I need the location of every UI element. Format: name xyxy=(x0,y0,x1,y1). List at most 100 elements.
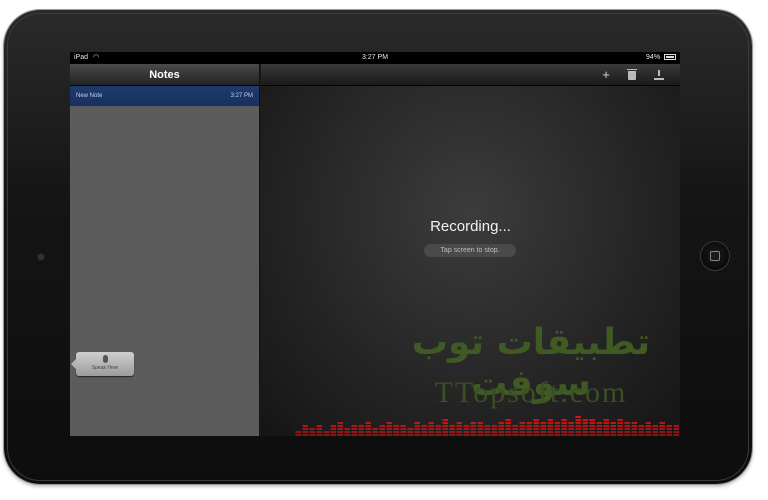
level-segment xyxy=(421,434,427,436)
level-segment xyxy=(505,419,511,421)
level-segment xyxy=(372,434,378,436)
level-segment xyxy=(330,431,336,433)
level-segment xyxy=(596,431,602,433)
level-segment xyxy=(449,425,455,427)
level-segment xyxy=(358,425,364,427)
level-segment xyxy=(659,431,665,433)
level-segment xyxy=(393,434,399,436)
level-segment xyxy=(358,431,364,433)
level-segment xyxy=(568,428,574,430)
level-segment xyxy=(624,434,630,436)
level-segment xyxy=(659,422,665,424)
level-segment xyxy=(575,416,581,418)
trash-icon xyxy=(627,69,637,80)
level-segment xyxy=(421,431,427,433)
level-segment xyxy=(456,428,462,430)
add-button[interactable]: + xyxy=(597,66,615,84)
level-segment xyxy=(400,434,406,436)
level-segment xyxy=(414,431,420,433)
level-segment xyxy=(631,428,637,430)
level-segment xyxy=(393,425,399,427)
level-segment xyxy=(540,431,546,433)
level-segment xyxy=(365,428,371,430)
level-segment xyxy=(498,425,504,427)
level-segment xyxy=(456,431,462,433)
level-segment xyxy=(547,422,553,424)
level-segment xyxy=(568,431,574,433)
level-segment xyxy=(365,425,371,427)
level-segment xyxy=(589,425,595,427)
level-segment xyxy=(547,425,553,427)
level-segment xyxy=(603,419,609,421)
level-segment xyxy=(456,425,462,427)
front-camera xyxy=(38,254,44,260)
level-segment xyxy=(589,428,595,430)
level-segment xyxy=(435,425,441,427)
level-segment xyxy=(589,422,595,424)
level-segment xyxy=(428,428,434,430)
level-segment xyxy=(505,431,511,433)
level-segment xyxy=(428,434,434,436)
level-segment xyxy=(666,434,672,436)
level-segment xyxy=(470,422,476,424)
level-segment xyxy=(526,422,532,424)
level-segment xyxy=(582,422,588,424)
level-segment xyxy=(673,434,679,436)
level-segment xyxy=(659,425,665,427)
level-segment xyxy=(302,434,308,436)
level-segment xyxy=(596,428,602,430)
level-segment xyxy=(358,434,364,436)
level-segment xyxy=(582,425,588,427)
level-segment xyxy=(638,434,644,436)
home-button[interactable] xyxy=(701,242,729,270)
level-segment xyxy=(512,425,518,427)
battery-icon xyxy=(664,54,676,61)
level-segment xyxy=(519,422,525,424)
level-segment xyxy=(575,434,581,436)
level-segment xyxy=(603,434,609,436)
level-segment xyxy=(491,428,497,430)
level-segment xyxy=(575,431,581,433)
delete-button[interactable] xyxy=(623,66,641,84)
level-segment xyxy=(316,434,322,436)
level-segment xyxy=(610,434,616,436)
level-segment xyxy=(617,425,623,427)
status-time: 3:27 PM xyxy=(361,54,389,61)
level-segment xyxy=(575,425,581,427)
level-segment xyxy=(470,434,476,436)
download-button[interactable] xyxy=(650,66,668,84)
level-segment xyxy=(610,431,616,433)
level-segment xyxy=(673,431,679,433)
level-segment xyxy=(512,434,518,436)
notes-sidebar: Notes New Note 3:27 PM Speak Here xyxy=(70,64,260,436)
level-segment xyxy=(351,431,357,433)
level-segment xyxy=(575,428,581,430)
list-item[interactable]: New Note 3:27 PM xyxy=(70,86,259,106)
level-segment xyxy=(456,422,462,424)
level-segment xyxy=(540,428,546,430)
level-segment xyxy=(463,425,469,427)
recording-area[interactable]: + Recording... Tap screen to stop. تطبيق… xyxy=(261,64,680,436)
home-square-icon xyxy=(710,251,720,261)
level-segment xyxy=(666,431,672,433)
level-segment xyxy=(596,425,602,427)
level-segment xyxy=(624,425,630,427)
level-segment xyxy=(302,428,308,430)
level-segment xyxy=(463,434,469,436)
level-segment xyxy=(337,425,343,427)
level-segment xyxy=(295,434,301,436)
level-segment xyxy=(673,428,679,430)
level-segment xyxy=(582,434,588,436)
level-segment xyxy=(358,428,364,430)
level-segment xyxy=(554,422,560,424)
level-segment xyxy=(477,422,483,424)
speak-here-button[interactable]: Speak Here xyxy=(71,352,134,376)
level-segment xyxy=(519,431,525,433)
recording-status: Recording... xyxy=(430,218,511,235)
level-segment xyxy=(372,431,378,433)
level-segment xyxy=(512,431,518,433)
screen: iPad ◠ 3:27 PM 94% Notes New Note 3:27 P… xyxy=(70,52,680,436)
level-segment xyxy=(351,434,357,436)
level-segment xyxy=(645,425,651,427)
level-segment xyxy=(400,425,406,427)
